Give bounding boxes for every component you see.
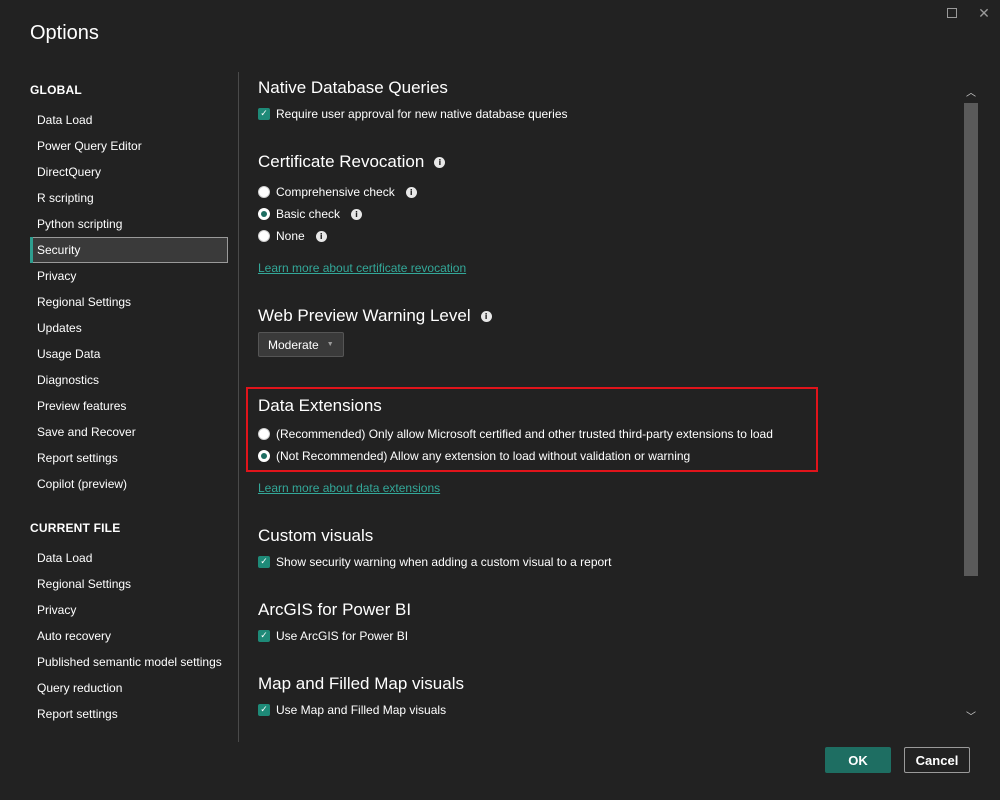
sidebar-item-save-and-recover[interactable]: Save and Recover: [30, 419, 228, 445]
global-heading: GLOBAL: [30, 83, 82, 97]
sidebar-item-diagnostics[interactable]: Diagnostics: [30, 367, 228, 393]
info-icon[interactable]: i: [405, 186, 417, 198]
checkbox-checked-icon: ✓: [258, 108, 270, 120]
chevron-down-icon: ▼: [326, 341, 334, 348]
data-ext-recommended-radio[interactable]: (Recommended) Only allow Microsoft certi…: [258, 427, 773, 441]
info-icon[interactable]: i: [480, 310, 492, 322]
sidebar-item-data-load[interactable]: Data Load: [30, 107, 228, 133]
maps-heading: Map and Filled Map visuals: [258, 674, 464, 693]
native-queries-heading: Native Database Queries: [258, 78, 448, 97]
scroll-thumb[interactable]: [964, 103, 978, 576]
ok-button[interactable]: OK: [825, 747, 891, 773]
sidebar-item-preview-features[interactable]: Preview features: [30, 393, 228, 419]
sidebar-current-item-published-semantic-model-settings[interactable]: Published semantic model settings: [30, 649, 228, 675]
sidebar-current-item-auto-recovery[interactable]: Auto recovery: [30, 623, 228, 649]
cert-revocation-heading: Certificate Revocation i: [258, 152, 446, 172]
sidebar-item-privacy[interactable]: Privacy: [30, 263, 228, 289]
close-icon: ✕: [978, 4, 990, 21]
web-preview-dropdown[interactable]: Moderate ▼: [258, 332, 344, 357]
sidebar-divider: [238, 72, 239, 742]
sidebar-item-python-scripting[interactable]: Python scripting: [30, 211, 228, 237]
sidebar-item-copilot-preview[interactable]: Copilot (preview): [30, 471, 228, 497]
sidebar-item-r-scripting[interactable]: R scripting: [30, 185, 228, 211]
radio-unchecked-icon: [258, 230, 270, 242]
sidebar-item-security[interactable]: Security: [30, 237, 228, 263]
custom-visuals-checkbox[interactable]: ✓ Show security warning when adding a cu…: [258, 555, 612, 569]
data-ext-learn-more-link[interactable]: Learn more about data extensions: [258, 481, 440, 495]
info-icon[interactable]: i: [434, 156, 446, 168]
sidebar-current-item-report-settings[interactable]: Report settings: [30, 701, 228, 727]
current-file-nav: Data Load Regional Settings Privacy Auto re…: [30, 545, 228, 727]
data-extensions-heading: Data Extensions: [258, 396, 382, 415]
radio-checked-icon: [258, 450, 270, 462]
dialog-title: Options: [30, 22, 99, 44]
scroll-up-icon[interactable]: ︿: [963, 84, 979, 99]
cert-learn-more-link[interactable]: Learn more about certificate revocation: [258, 261, 466, 275]
info-icon[interactable]: i: [351, 208, 363, 220]
cancel-button[interactable]: Cancel: [904, 747, 970, 773]
sidebar-item-directquery[interactable]: DirectQuery: [30, 159, 228, 185]
cert-none-radio[interactable]: None i: [258, 229, 327, 243]
radio-checked-icon: [258, 208, 270, 220]
checkbox-checked-icon: ✓: [258, 556, 270, 568]
info-icon[interactable]: i: [315, 230, 327, 242]
global-nav: Data Load Power Query Editor DirectQuery R …: [30, 107, 228, 497]
sidebar-item-regional-settings[interactable]: Regional Settings: [30, 289, 228, 315]
arcgis-heading: ArcGIS for Power BI: [258, 600, 412, 619]
sidebar-item-power-query-editor[interactable]: Power Query Editor: [30, 133, 228, 159]
cert-basic-radio[interactable]: Basic check i: [258, 207, 363, 221]
current-file-heading: CURRENT FILE: [30, 521, 121, 535]
data-ext-not-recommended-radio[interactable]: (Not Recommended) Allow any extension to…: [258, 449, 690, 463]
web-preview-heading: Web Preview Warning Level i: [258, 306, 492, 326]
cert-comprehensive-radio[interactable]: Comprehensive check i: [258, 185, 417, 199]
sidebar-current-item-regional-settings[interactable]: Regional Settings: [30, 571, 228, 597]
maps-checkbox[interactable]: ✓ Use Map and Filled Map visuals: [258, 703, 446, 717]
checkbox-checked-icon: ✓: [258, 704, 270, 716]
radio-unchecked-icon: [258, 428, 270, 440]
custom-visuals-heading: Custom visuals: [258, 526, 374, 545]
native-approval-checkbox[interactable]: ✓ Require user approval for new native d…: [258, 107, 568, 121]
sidebar-item-updates[interactable]: Updates: [30, 315, 228, 341]
content-scrollbar[interactable]: ︿ ﹀: [963, 72, 979, 742]
arcgis-checkbox[interactable]: ✓ Use ArcGIS for Power BI: [258, 629, 408, 643]
sidebar-current-item-data-load[interactable]: Data Load: [30, 545, 228, 571]
sidebar-current-item-privacy[interactable]: Privacy: [30, 597, 228, 623]
maximize-button[interactable]: [943, 4, 961, 22]
close-button[interactable]: ✕: [975, 4, 993, 22]
sidebar-current-item-query-reduction[interactable]: Query reduction: [30, 675, 228, 701]
checkbox-checked-icon: ✓: [258, 630, 270, 642]
scroll-down-icon[interactable]: ﹀: [963, 708, 979, 723]
radio-unchecked-icon: [258, 186, 270, 198]
maximize-icon: [947, 8, 957, 18]
sidebar-item-usage-data[interactable]: Usage Data: [30, 341, 228, 367]
sidebar-item-report-settings[interactable]: Report settings: [30, 445, 228, 471]
